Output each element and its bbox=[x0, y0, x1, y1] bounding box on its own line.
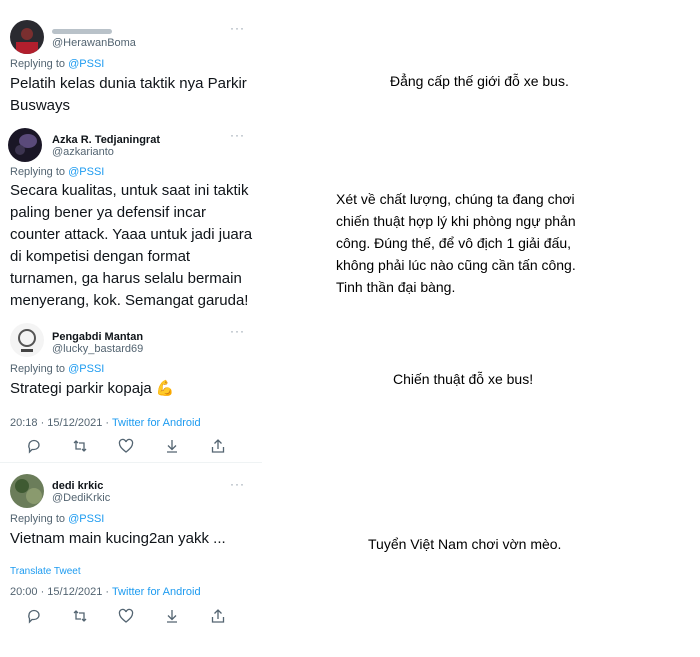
reply-to-link[interactable]: @PSSI bbox=[68, 58, 104, 70]
tweet-text: Pelatih kelas dunia taktik nya Parkir Bu… bbox=[10, 75, 247, 114]
blurred-name bbox=[52, 29, 112, 34]
tweet-text: Strategi parkir kopaja 💪 bbox=[10, 380, 175, 397]
reply-to-link[interactable]: @PSSI bbox=[68, 513, 104, 525]
avatar[interactable] bbox=[10, 323, 44, 357]
avatar[interactable] bbox=[8, 128, 42, 162]
display-name[interactable]: Azka R. Tedjaningrat bbox=[52, 134, 160, 146]
more-options-icon[interactable]: ··· bbox=[230, 477, 245, 491]
reply-icon[interactable] bbox=[26, 608, 42, 624]
share-icon[interactable] bbox=[210, 608, 226, 624]
translate-tweet-link[interactable]: Translate Tweet bbox=[10, 566, 81, 577]
translation-caption-4: Tuyển Việt Nam chơi vờn mèo. bbox=[368, 536, 562, 552]
user-handle[interactable]: @azkarianto bbox=[52, 146, 114, 158]
translation-caption-2: Xét về chất lượng, chúng ta đang chơi ch… bbox=[336, 191, 576, 295]
tweet-column: @HerawanBoma ··· Replying to @PSSI Pelat… bbox=[0, 0, 262, 657]
tweet-source-link[interactable]: Twitter for Android bbox=[112, 417, 201, 429]
user-handle[interactable]: @HerawanBoma bbox=[52, 37, 136, 49]
tweet-text: Secara kualitas, untuk saat ini taktik p… bbox=[10, 182, 253, 309]
tweet-timestamp: 20:18 · 15/12/2021 · Twitter for Android bbox=[10, 417, 201, 429]
replying-to: Replying to @PSSI bbox=[10, 513, 105, 525]
more-options-icon[interactable]: ··· bbox=[230, 128, 245, 142]
user-handle[interactable]: @DediKrkic bbox=[52, 492, 110, 504]
tweet-actions bbox=[26, 438, 236, 454]
retweet-icon[interactable] bbox=[72, 608, 88, 624]
tweet-source-link[interactable]: Twitter for Android bbox=[112, 586, 201, 598]
tweet-text: Vietnam main kucing2an yakk ... bbox=[10, 530, 226, 547]
tweet-timestamp: 20:00 · 15/12/2021 · Twitter for Android bbox=[10, 586, 201, 598]
display-name[interactable]: dedi krkic bbox=[52, 480, 103, 492]
tweet-actions bbox=[26, 608, 236, 624]
replying-to: Replying to @PSSI bbox=[10, 166, 105, 178]
avatar[interactable] bbox=[10, 474, 44, 508]
display-name[interactable]: Pengabdi Mantan bbox=[52, 331, 143, 343]
retweet-icon[interactable] bbox=[72, 438, 88, 454]
reply-to-link[interactable]: @PSSI bbox=[68, 166, 104, 178]
download-icon[interactable] bbox=[164, 438, 180, 454]
user-handle[interactable]: @lucky_bastard69 bbox=[52, 343, 143, 355]
download-icon[interactable] bbox=[164, 608, 180, 624]
like-icon[interactable] bbox=[118, 438, 134, 454]
divider bbox=[0, 462, 262, 463]
avatar[interactable] bbox=[10, 20, 44, 54]
more-options-icon[interactable]: ··· bbox=[230, 21, 245, 35]
reply-to-link[interactable]: @PSSI bbox=[68, 363, 104, 375]
replying-to: Replying to @PSSI bbox=[10, 58, 105, 70]
like-icon[interactable] bbox=[118, 608, 134, 624]
more-options-icon[interactable]: ··· bbox=[230, 324, 245, 338]
flexed-biceps-emoji: 💪 bbox=[155, 380, 175, 397]
translation-caption-1: Đẳng cấp thế giới đỗ xe bus. bbox=[390, 73, 569, 89]
translation-caption-3: Chiến thuật đỗ xe bus! bbox=[393, 371, 534, 387]
reply-icon[interactable] bbox=[26, 438, 42, 454]
replying-to: Replying to @PSSI bbox=[10, 363, 105, 375]
share-icon[interactable] bbox=[210, 438, 226, 454]
